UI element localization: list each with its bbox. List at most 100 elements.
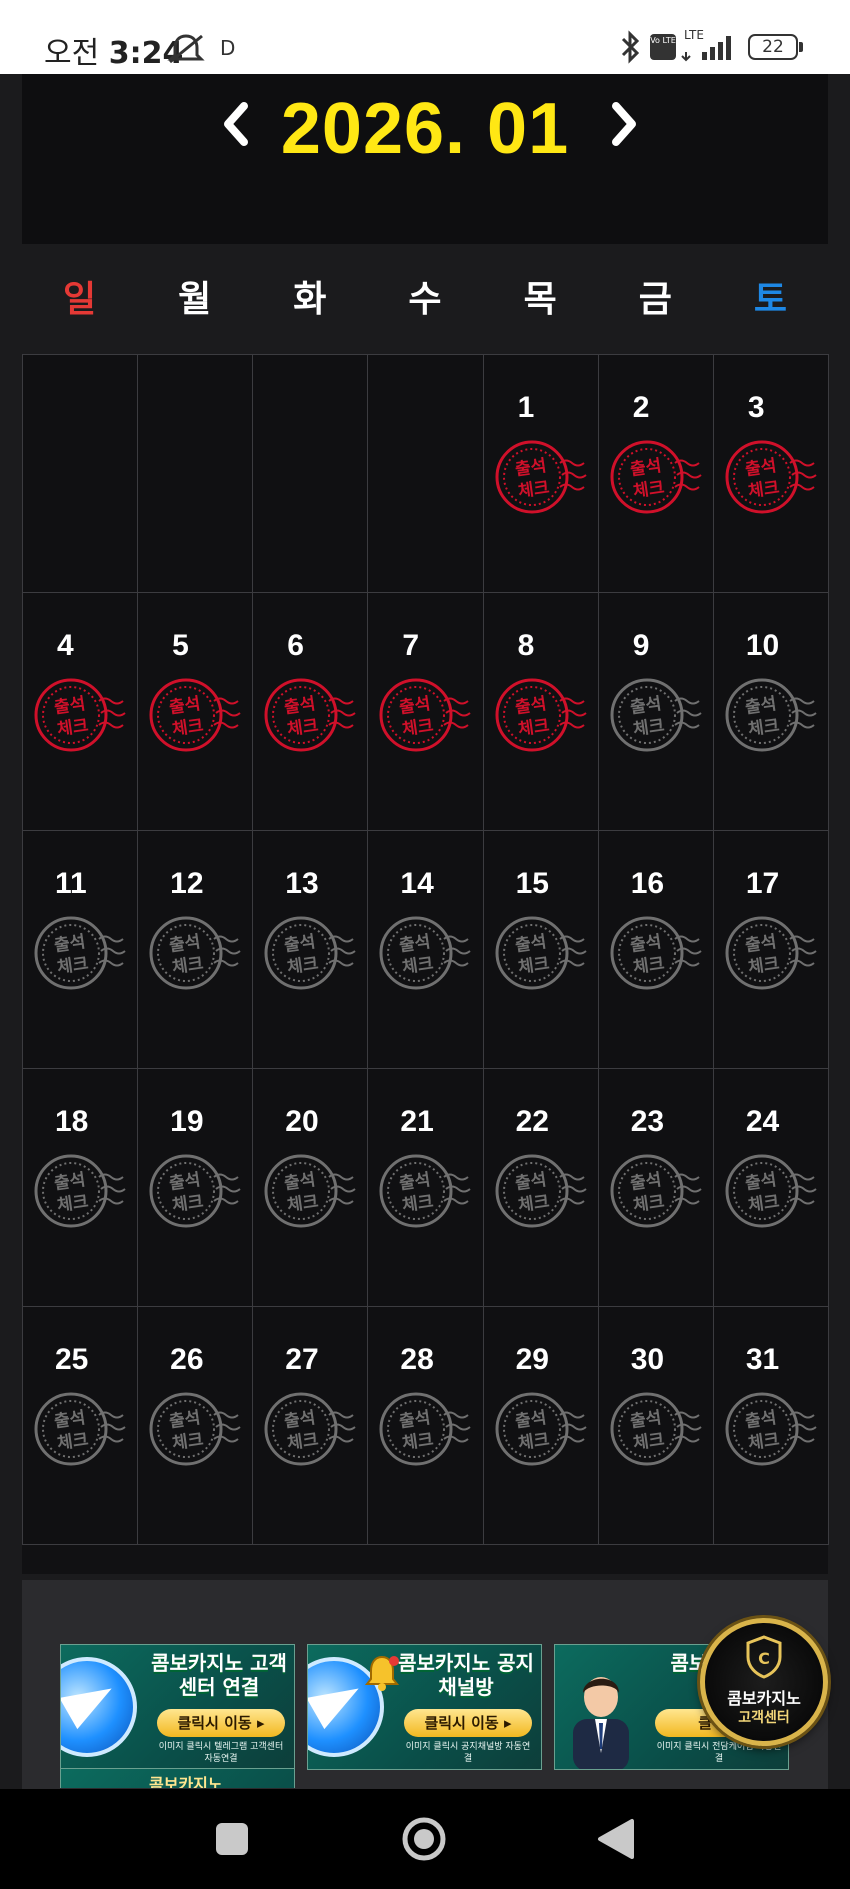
- day-cell[interactable]: 17 출석 체크: [712, 830, 829, 1069]
- day-cell[interactable]: 24 출석 체크: [712, 1068, 829, 1307]
- stamp-text-bottom: 체크: [516, 1192, 550, 1216]
- day-cell[interactable]: 19 출석 체크: [137, 1068, 254, 1307]
- stamp-text-bottom: 체크: [516, 478, 550, 502]
- next-month-button[interactable]: [592, 94, 652, 154]
- stamp-text-bottom: 체크: [401, 1192, 435, 1216]
- stamp-text-top: 출석: [744, 932, 778, 956]
- notifications-off-icon: [167, 34, 205, 64]
- attendance-stamp-unchecked-icon: 출석체크: [379, 1154, 472, 1228]
- day-cell[interactable]: 30 출석 체크: [597, 1306, 714, 1545]
- notice-channel-banner[interactable]: 콤보카지노 공지 채널방 클릭시 이동 ▸ 이미지 클릭시 공지채널방 자동연결: [307, 1644, 542, 1770]
- attendance-stamp-unchecked-icon: 출석체크: [610, 916, 702, 990]
- day-number: 5: [172, 629, 189, 662]
- day-number: 18: [55, 1105, 89, 1138]
- attendance-stamp-checked-icon: 출석체크: [610, 440, 702, 514]
- day-cell[interactable]: 16 출석 체크: [597, 830, 714, 1069]
- day-cell[interactable]: 5 출석 체크: [137, 592, 254, 831]
- day-cell[interactable]: 15 출석 체크: [482, 830, 599, 1069]
- weekday-label: 금: [638, 278, 672, 319]
- day-cell[interactable]: 12 출석 체크: [137, 830, 254, 1069]
- stamp-text-top: 출석: [168, 932, 202, 956]
- day-cell[interactable]: 27 출석 체크: [252, 1306, 369, 1545]
- stamp-text-bottom: 체크: [747, 716, 781, 740]
- day-number: 17: [745, 867, 780, 900]
- navigation-bar: [0, 1789, 850, 1889]
- status-bar: 오전 3:24 D Vo LTE LTE 22: [0, 0, 850, 74]
- attendance-stamp-unchecked-icon: 출석체크: [495, 1154, 587, 1228]
- day-cell[interactable]: 6 출석 체크: [252, 592, 369, 831]
- stamp-text-top: 출석: [629, 694, 663, 718]
- day-cell[interactable]: 10 출석 체크: [712, 592, 829, 831]
- day-cell[interactable]: 1 출석 체크: [482, 354, 599, 593]
- stamp-text-top: 출석: [744, 456, 778, 480]
- day-cell[interactable]: 25 출석 체크: [22, 1306, 139, 1545]
- day-cell[interactable]: 18 출석 체크: [22, 1068, 139, 1307]
- day-cell[interactable]: 21 출석 체크: [367, 1068, 484, 1307]
- attendance-stamp-checked-icon: 출석체크: [264, 678, 356, 752]
- attendance-stamp-checked-icon: 출석체크: [149, 678, 241, 752]
- day-cell[interactable]: 29 출석 체크: [482, 1306, 599, 1545]
- day-number: 28: [400, 1343, 434, 1376]
- stamp-text-top: 출석: [513, 694, 547, 718]
- day-number: 22: [515, 1105, 549, 1138]
- day-cell[interactable]: 2 출석 체크: [597, 354, 714, 593]
- day-cell[interactable]: 31 출석 체크: [712, 1306, 829, 1545]
- attendance-stamp-checked-icon: 출석체크: [495, 440, 587, 514]
- day-cell[interactable]: 3 출석 체크: [712, 354, 829, 593]
- weekday-label: 목: [523, 278, 557, 319]
- stamp-text-top: 출석: [398, 1170, 432, 1194]
- stamp-text-bottom: 체크: [286, 1192, 320, 1216]
- day-cell[interactable]: 20 출석 체크: [252, 1068, 369, 1307]
- customer-center-banner[interactable]: 콤보카지노 고객센터 연결 클릭시 이동 ▸ 이미지 클릭시 텔레그램 고객센터…: [60, 1644, 295, 1770]
- day-number: 15: [515, 867, 549, 900]
- recent-apps-button[interactable]: [202, 1813, 262, 1865]
- day-cell[interactable]: 9 출석 체크: [597, 592, 714, 831]
- day-cell[interactable]: 28 출석 체크: [367, 1306, 484, 1545]
- screen: 오전 3:24 D Vo LTE LTE 22 2026. 01 일 월 화 수…: [0, 0, 850, 1889]
- next-banner-peek[interactable]: 콤보카지노: [60, 1768, 295, 1788]
- banner-title: 콤보카지노 고객센터 연결: [151, 1651, 287, 1699]
- customer-center-floating-button[interactable]: C 콤보카지노 고객센터: [700, 1618, 828, 1746]
- stamp-text-bottom: 체크: [632, 478, 666, 502]
- day-cell[interactable]: 8 출석 체크: [482, 592, 599, 831]
- day-number: 3: [747, 391, 765, 424]
- day-cell[interactable]: 7 출석 체크: [367, 592, 484, 831]
- stamp-text-bottom: 체크: [632, 716, 666, 740]
- day-number: 29: [515, 1343, 549, 1376]
- calendar-header: 2026. 01: [22, 74, 828, 244]
- stamp-text-top: 출석: [398, 1408, 432, 1432]
- day-number: 24: [745, 1105, 780, 1138]
- weekday-label: 일: [63, 278, 97, 319]
- weekday-label: 토: [753, 278, 787, 319]
- day-cell[interactable]: 23 출석 체크: [597, 1068, 714, 1307]
- day-number: 12: [170, 867, 204, 900]
- stamp-text-bottom: 체크: [171, 1192, 205, 1216]
- stamp-text-bottom: 체크: [632, 1430, 666, 1454]
- day-cell[interactable]: 26 출석 체크: [137, 1306, 254, 1545]
- stamp-text-bottom: 체크: [56, 1430, 90, 1454]
- home-button[interactable]: [394, 1813, 454, 1865]
- day-cell[interactable]: 4 출석 체크: [22, 592, 139, 831]
- stamp-text-bottom: 체크: [286, 1430, 320, 1454]
- attendance-stamp-unchecked-icon: 출석체크: [495, 1392, 587, 1466]
- attendance-stamp-unchecked-icon: 출석체크: [610, 1392, 702, 1466]
- back-button[interactable]: [586, 1813, 646, 1865]
- day-cell[interactable]: 11 출석 체크: [22, 830, 139, 1069]
- stamp-text-top: 출석: [53, 694, 87, 718]
- attendance-stamp-unchecked-icon: 출석체크: [264, 1154, 356, 1228]
- attendance-stamp-unchecked-icon: 출석체크: [264, 1392, 356, 1466]
- weekday-label: 수: [408, 278, 442, 319]
- peek-banner-text: 콤보카지노: [149, 1775, 223, 1788]
- stamp-text-top: 출석: [513, 932, 547, 956]
- month-title: 2026. 01: [280, 89, 570, 169]
- stamp-text-top: 출석: [629, 456, 663, 480]
- day-cell[interactable]: 22 출석 체크: [482, 1068, 599, 1307]
- stamp-text-bottom: 체크: [632, 1192, 666, 1216]
- attendance-stamp-unchecked-icon: 출석체크: [34, 1392, 126, 1466]
- day-cell[interactable]: 13 출석 체크: [252, 830, 369, 1069]
- day-number: 14: [400, 867, 434, 900]
- day-number: 7: [402, 629, 420, 662]
- day-cell[interactable]: 14 출석 체크: [367, 830, 484, 1069]
- banner-button: 클릭시 이동 ▸: [404, 1709, 532, 1737]
- attendance-stamp-unchecked-icon: 출석체크: [725, 1392, 817, 1466]
